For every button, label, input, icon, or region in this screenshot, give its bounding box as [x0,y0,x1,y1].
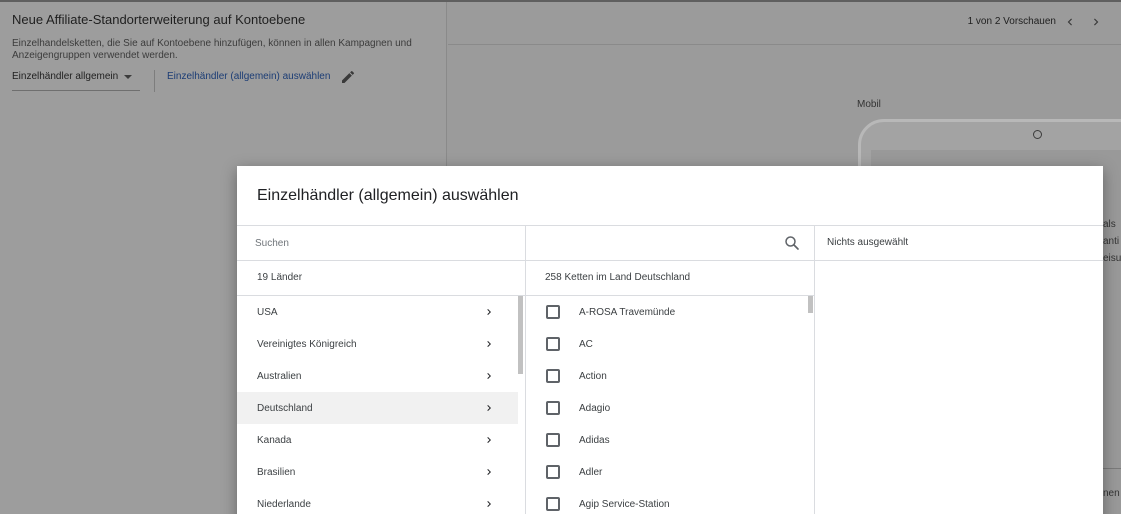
countries-scrollbar[interactable] [518,296,523,374]
chevron-left-icon[interactable] [1063,15,1077,29]
divider [237,260,1103,261]
dialog-title: Einzelhändler (allgemein) auswählen [257,187,519,204]
countries-list: USA Vereinigtes Königreich Australien De… [237,296,518,514]
chain-item[interactable]: Adidas [535,424,815,456]
chain-checkbox[interactable] [546,337,560,351]
divider [154,70,155,92]
column-divider [525,226,526,514]
chain-checkbox[interactable] [546,465,560,479]
retailer-type-value: Einzelhändler allgemein [12,71,119,82]
chains-scrollbar[interactable] [808,296,813,313]
chain-item[interactable]: Action [535,360,815,392]
selection-summary: Nichts ausgewählt [827,237,909,248]
country-item-netherlands[interactable]: Niederlande [237,488,518,514]
country-item-brazil[interactable]: Brasilien [237,456,518,488]
caret-down-icon [124,75,133,79]
chain-item[interactable]: Adler [535,456,815,488]
chain-item[interactable]: A-ROSA Travemünde [535,296,815,328]
chain-item[interactable]: Adagio [535,392,815,424]
chain-item[interactable]: AC [535,328,815,360]
chain-item[interactable]: Agip Service-Station [535,488,815,514]
country-item-germany[interactable]: Deutschland [237,392,518,424]
country-item-uk[interactable]: Vereinigtes Königreich [237,328,518,360]
country-item-canada[interactable]: Kanada [237,424,518,456]
chain-checkbox[interactable] [546,305,560,319]
chevron-right-icon [487,501,491,507]
top-border [0,0,1121,2]
countries-header: 19 Länder [257,272,303,283]
device-label: Mobil [857,99,881,110]
divider [1103,468,1121,469]
pencil-icon[interactable] [340,69,356,85]
preview-text-peek: als anti eisu [1103,219,1121,264]
chevron-right-icon [487,469,491,475]
chain-checkbox[interactable] [546,497,560,511]
search-input[interactable] [255,233,775,253]
chain-checkbox[interactable] [546,369,560,383]
chevron-right-icon [487,373,491,379]
chevron-right-icon [487,309,491,315]
search-icon[interactable] [783,234,801,252]
preview-pager: 1 von 2 Vorschauen [967,16,1056,27]
select-retailers-link[interactable]: Einzelhändler (allgemein) auswählen [167,71,330,82]
chains-header: 258 Ketten im Land Deutschland [545,272,691,283]
retailer-type-select[interactable]: Einzelhändler allgemein [12,71,140,91]
preview-header-divider [448,44,1121,45]
chain-checkbox[interactable] [546,401,560,415]
camera-icon [1033,130,1042,139]
chevron-right-icon [487,437,491,443]
chevron-right-icon [487,341,491,347]
chain-checkbox[interactable] [546,433,560,447]
chains-list: A-ROSA Travemünde AC Action Adagio Adida… [535,296,815,514]
retailer-selection-dialog: Einzelhändler (allgemein) auswählen Nich… [237,166,1103,514]
country-item-usa[interactable]: USA [237,296,518,328]
country-item-australia[interactable]: Australien [237,360,518,392]
chevron-right-icon[interactable] [1089,15,1103,29]
extension-title: Neue Affiliate-Standorterweiterung auf K… [12,12,306,27]
preview-text-peek: nen [1103,488,1120,499]
chevron-right-icon [487,405,491,411]
extension-description: Einzelhandelsketten, die Sie auf Kontoeb… [12,38,412,61]
